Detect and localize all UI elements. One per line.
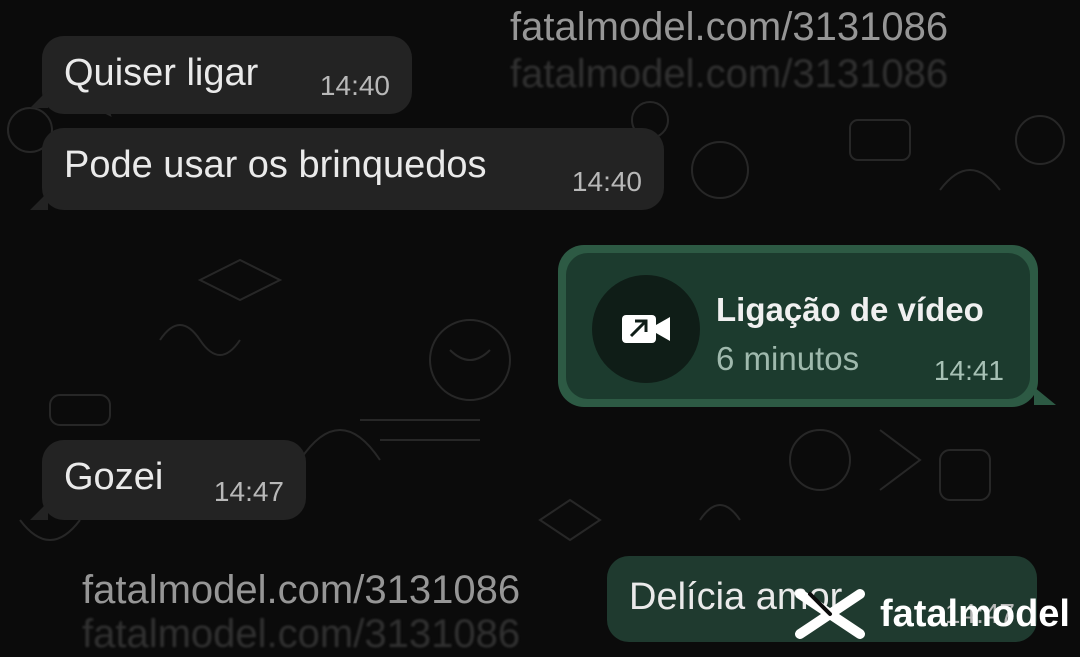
message-bubble-incoming[interactable]: Pode usar os brinquedos 14:40 (30, 128, 664, 210)
message-text: Gozei (64, 456, 164, 498)
chat-area: Quiser ligar 14:40 Pode usar os brinqued… (0, 0, 1080, 656)
brand-text: fatalmodel (879, 592, 1070, 635)
message-bubble-incoming[interactable]: Gozei 14:47 (30, 440, 306, 520)
message-bubble-incoming[interactable]: Quiser ligar 14:40 (30, 36, 412, 114)
call-title: Ligação de vídeo (716, 291, 984, 328)
message-time: 14:41 (933, 355, 1004, 386)
watermark-bottom-ghost: fatalmodel.com/3131086 (82, 612, 521, 656)
video-call-card: Ligação de vídeo 6 minutos 14:41 (566, 253, 1030, 399)
video-call-icon (592, 275, 700, 383)
bubble-tail (1034, 387, 1056, 405)
message-time: 14:40 (319, 70, 390, 101)
message-text: Pode usar os brinquedos (64, 144, 487, 186)
brand-logo-icon (794, 589, 865, 639)
bubble-tail (30, 192, 48, 210)
message-text: Quiser ligar (64, 52, 259, 94)
watermark-bottom: fatalmodel.com/3131086 (82, 568, 521, 612)
brand-watermark: fatalmodel (790, 584, 1070, 644)
watermark-top-ghost: fatalmodel.com/3131086 (510, 52, 949, 96)
watermark-top: fatalmodel.com/3131086 (510, 5, 949, 49)
bubble-tail (30, 90, 48, 108)
message-time: 14:40 (571, 166, 642, 197)
call-duration: 6 minutos (716, 340, 860, 377)
video-call-message[interactable]: Ligação de vídeo 6 minutos 14:41 (558, 245, 1056, 407)
bubble-tail (30, 502, 48, 520)
message-time: 14:47 (213, 476, 284, 507)
